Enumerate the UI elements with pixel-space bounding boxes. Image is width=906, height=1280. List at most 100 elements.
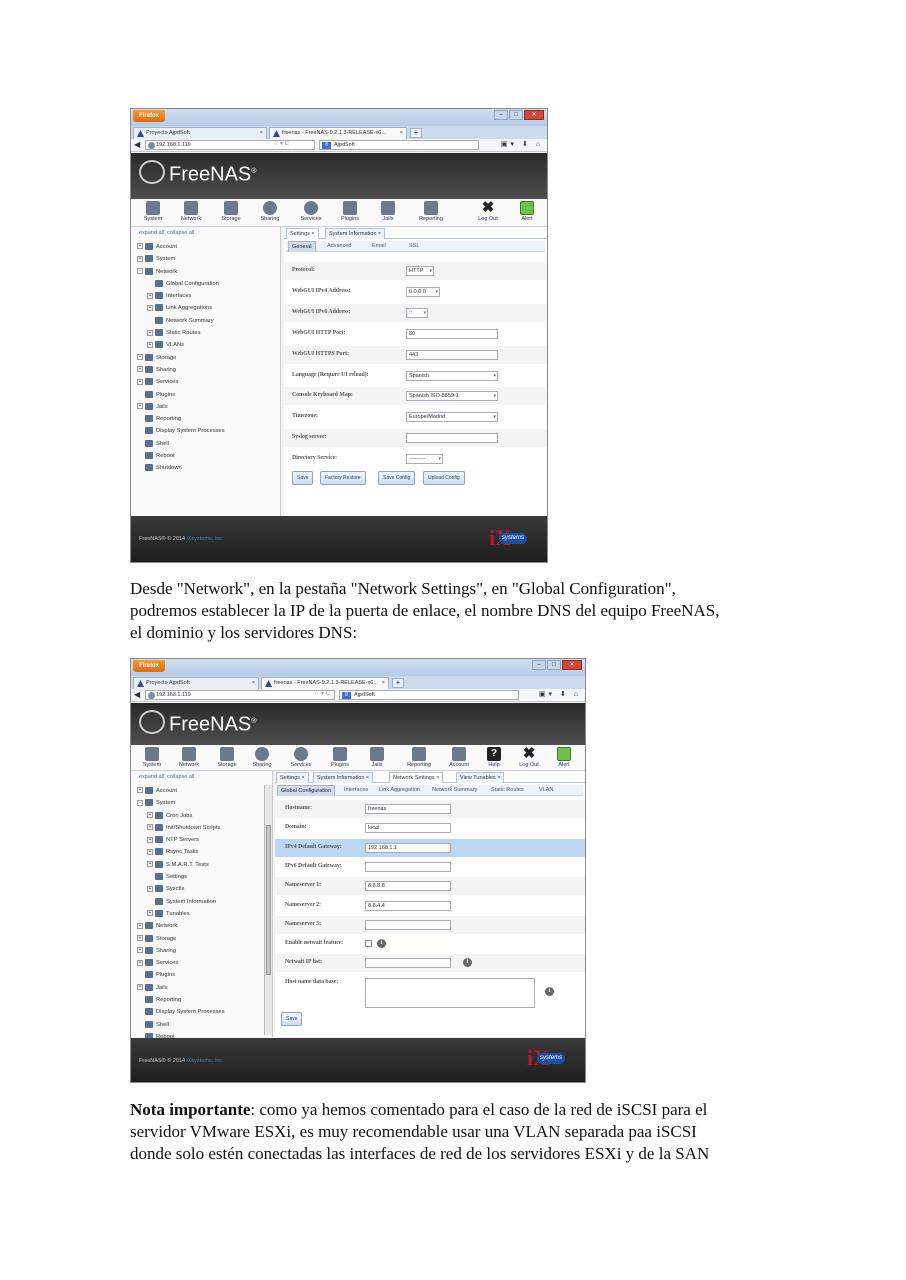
save-button[interactable]: Save bbox=[292, 471, 314, 485]
sidebar-item-sharing[interactable]: + Sharing bbox=[137, 945, 225, 957]
sidebar-item-storage[interactable]: + Storage bbox=[137, 352, 225, 364]
tab-close-icon[interactable]: × bbox=[310, 231, 314, 237]
tab-close-icon[interactable]: × bbox=[400, 128, 403, 139]
subtab-general[interactable]: General bbox=[288, 241, 316, 252]
upload-config-button[interactable]: Upload Config bbox=[423, 471, 465, 485]
bookmark-star-icon[interactable]: ☆ ▾ C bbox=[314, 690, 330, 697]
expand-toggle-icon[interactable]: + bbox=[137, 366, 143, 373]
expand-toggle-icon[interactable]: + bbox=[137, 922, 143, 929]
subtab-advanced[interactable]: Advanced bbox=[324, 241, 354, 252]
sidebar-item-s-m-a-r-t-tests[interactable]: + S.M.A.R.T. Tests bbox=[137, 859, 225, 871]
expand-toggle-icon[interactable]: + bbox=[147, 292, 153, 299]
webgui-https-port-field[interactable]: 443 bbox=[406, 349, 498, 360]
directory-service-field[interactable]: --------- bbox=[406, 454, 443, 465]
expand-toggle-icon[interactable]: + bbox=[137, 403, 143, 410]
toolbar-reporting-button[interactable]: Reporting bbox=[413, 201, 449, 222]
back-icon[interactable]: ◀ bbox=[134, 141, 140, 149]
toolbar-network-button[interactable]: Network bbox=[171, 747, 207, 768]
minimize-icon[interactable]: – bbox=[532, 660, 546, 670]
sidebar-item-services[interactable]: + Services bbox=[137, 957, 225, 969]
protocol-field[interactable]: HTTP bbox=[406, 266, 434, 276]
sidebar-item-account[interactable]: + Account bbox=[137, 785, 225, 797]
maximize-icon[interactable]: □ bbox=[547, 660, 561, 670]
subtab-global-configuration[interactable]: Global Configuration bbox=[277, 785, 336, 796]
sidebar-item-vlans[interactable]: + VLANs bbox=[137, 339, 225, 351]
sidebar-item-ntp-servers[interactable]: + NTP Servers bbox=[137, 834, 225, 846]
tab-close-icon[interactable]: × bbox=[252, 678, 255, 689]
console-keyboard-map-field[interactable]: Spanish ISO-8859-1 bbox=[406, 391, 498, 402]
new-tab-icon[interactable]: + bbox=[410, 128, 422, 138]
sidebar-item-shell[interactable]: Shell bbox=[137, 1019, 225, 1031]
expand-toggle-icon[interactable]: + bbox=[137, 378, 143, 385]
toolbar-system-button[interactable]: System bbox=[135, 201, 171, 222]
expand-toggle-icon[interactable]: + bbox=[147, 848, 153, 855]
toolbar-log-out-button[interactable]: ✖ Log Out bbox=[511, 746, 547, 768]
toolbar-alert-button[interactable]: Alert bbox=[509, 201, 545, 222]
sidebar-item-tunables[interactable]: + Tunables bbox=[137, 908, 225, 920]
collapse-all-link[interactable]: collapse all bbox=[167, 774, 194, 780]
toolbar-sharing-button[interactable]: Sharing bbox=[252, 201, 288, 222]
url-bar[interactable]: 192.168.1.119 bbox=[145, 140, 315, 150]
expand-toggle-icon[interactable]: + bbox=[137, 354, 143, 361]
nav-toolbar-icons[interactable]: ▣▾ ⬇ ⌂ bbox=[501, 140, 543, 148]
close-icon[interactable]: ✕ bbox=[562, 660, 582, 670]
toolbar-log-out-button[interactable]: ✖ Log Out bbox=[470, 200, 506, 222]
webgui-ipv4-address-field[interactable]: 0.0.0.0 bbox=[406, 286, 440, 297]
sidebar-item-jails[interactable]: + Jails bbox=[137, 982, 225, 994]
expand-toggle-icon[interactable]: + bbox=[147, 341, 153, 348]
sidebar-item-reporting[interactable]: Reporting bbox=[137, 413, 225, 425]
sidebar-item-shutdown[interactable]: Shutdown bbox=[137, 462, 225, 474]
sidebar-item-link-aggregations[interactable]: + Link Aggregations bbox=[137, 302, 225, 314]
sidebar-item-display-system-processes[interactable]: Display System Processes bbox=[137, 425, 225, 437]
domain-field[interactable]: local bbox=[365, 823, 451, 834]
toolbar-sharing-button[interactable]: Sharing bbox=[244, 747, 280, 768]
expand-toggle-icon[interactable]: + bbox=[137, 935, 143, 942]
sidebar-item-display-system-processes[interactable]: Display System Processes bbox=[137, 1006, 225, 1018]
sidebar-item-storage[interactable]: + Storage bbox=[137, 933, 225, 945]
timezone-field[interactable]: Europe/Madrid bbox=[406, 412, 498, 423]
tab-settings[interactable]: Settings × bbox=[276, 772, 309, 783]
expand-toggle-icon[interactable]: + bbox=[147, 812, 153, 819]
expand-toggle-icon[interactable]: + bbox=[147, 885, 153, 892]
expand-toggle-icon[interactable]: + bbox=[137, 984, 143, 991]
tab-close-icon[interactable]: × bbox=[376, 231, 381, 237]
subtab-link-aggregation[interactable]: Link Aggregation bbox=[376, 785, 423, 796]
toolbar-plugins-button[interactable]: Plugins bbox=[322, 747, 358, 768]
sidebar-item-static-routes[interactable]: + Static Routes bbox=[137, 327, 225, 339]
sidebar-item-account[interactable]: + Account bbox=[137, 241, 225, 253]
sidebar-item-rsync-tasks[interactable]: + Rsync Tasks bbox=[137, 846, 225, 858]
footer-company-link[interactable]: iXsystems, Inc. bbox=[187, 1058, 224, 1064]
expand-toggle-icon[interactable]: + bbox=[147, 836, 153, 843]
toolbar-plugins-button[interactable]: Plugins bbox=[332, 201, 368, 222]
tab-system-information[interactable]: System Information × bbox=[325, 228, 386, 239]
sidebar-item-plugins[interactable]: Plugins bbox=[137, 969, 225, 981]
sidebar-item-sharing[interactable]: + Sharing bbox=[137, 364, 225, 376]
toolbar-jails-button[interactable]: Jails bbox=[370, 201, 406, 222]
tab-settings[interactable]: Settings × bbox=[286, 228, 319, 239]
toolbar-system-button[interactable]: System bbox=[134, 747, 170, 768]
firefox-menu-button[interactable]: Firefox bbox=[133, 110, 166, 122]
expand-toggle-icon[interactable]: + bbox=[137, 243, 143, 250]
toolbar-services-button[interactable]: Services bbox=[283, 747, 319, 768]
tab-view-tunables[interactable]: View Tunables × bbox=[456, 772, 505, 783]
tab-system-information[interactable]: System Information × bbox=[313, 772, 374, 783]
expand-toggle-icon[interactable]: + bbox=[137, 787, 143, 794]
expand-toggle-icon[interactable]: + bbox=[147, 304, 153, 311]
expand-all-link[interactable]: expand all bbox=[139, 230, 164, 236]
browser-tab-freenas[interactable]: freenas - FreeNAS-9.2.1.3-RELEASE-x6... × bbox=[269, 127, 407, 139]
subtab-network-summary[interactable]: Network Summary bbox=[429, 785, 480, 796]
browser-tab-ajpdsoft[interactable]: Proyecto AjpdSoft × bbox=[133, 677, 259, 689]
save-button[interactable]: Save bbox=[281, 1012, 303, 1026]
sidebar-item-network[interactable]: − Network bbox=[137, 266, 225, 278]
tab-close-icon[interactable]: × bbox=[496, 775, 500, 781]
footer-company-link[interactable]: iXsystems, Inc. bbox=[187, 536, 224, 542]
search-bar[interactable]: 8 AjpdSoft bbox=[319, 140, 479, 150]
sidebar-scrollbar[interactable] bbox=[264, 785, 272, 1035]
sidebar-item-reboot[interactable]: Reboot bbox=[137, 450, 225, 462]
toolbar-storage-button[interactable]: Storage bbox=[209, 747, 245, 768]
back-icon[interactable]: ◀ bbox=[134, 691, 140, 699]
subtab-interfaces[interactable]: Interfaces bbox=[341, 785, 371, 796]
hostname-field[interactable]: freenas bbox=[365, 804, 451, 814]
netwait-checkbox[interactable] bbox=[365, 940, 372, 948]
nameserver-2-field[interactable]: 8.8.4.4 bbox=[365, 900, 451, 911]
